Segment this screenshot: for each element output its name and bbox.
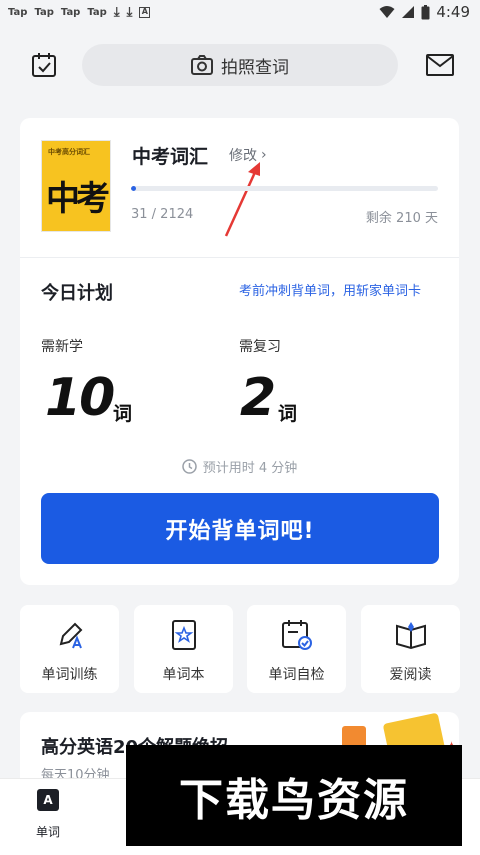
days-remaining: 剩余 210 天	[365, 211, 438, 226]
mail-icon[interactable]	[424, 49, 456, 81]
signal-icon	[402, 6, 415, 18]
wifi-icon	[379, 6, 395, 18]
battery-icon	[421, 4, 430, 19]
search-placeholder: 拍照查词	[221, 57, 289, 78]
wordbook-icon	[172, 620, 196, 650]
progress-count: 31 / 2124	[131, 207, 194, 222]
calendar-check-icon	[282, 620, 312, 650]
notification-icons: Tap Tap Tap Tap ⤓ ⤓ A	[8, 5, 151, 20]
feature-word-training[interactable]: 单词训练	[20, 605, 119, 693]
pencil-icon	[59, 622, 83, 649]
promo-link[interactable]: 考前冲刺背单词，用斩家单词卡	[239, 280, 439, 299]
feature-reading[interactable]: 爱阅读	[361, 605, 460, 693]
top-bar: 拍照查词	[0, 44, 480, 88]
book-cover-title: 中考高分词汇	[48, 148, 90, 156]
feature-self-check[interactable]: 单词自检	[247, 605, 346, 693]
start-learning-button[interactable]: 开始背单词吧!	[41, 493, 439, 564]
book-cover-image[interactable]: 中考高分词汇 中考	[41, 140, 111, 232]
estimated-time-text: 预计用时 4 分钟	[202, 461, 298, 476]
book-cover-big-text: 中考	[46, 179, 110, 219]
feature-row: 单词训练 单词本 单词自检 爱阅读	[20, 605, 480, 693]
open-book-icon	[396, 622, 426, 650]
estimated-time: 预计用时 4 分钟	[20, 457, 459, 476]
checkin-calendar-icon[interactable]	[28, 49, 60, 81]
feature-wordbook[interactable]: 单词本	[134, 605, 233, 693]
new-words-label: 需新学	[41, 339, 83, 355]
book-title: 中考词汇	[132, 146, 209, 168]
nav-item-label: 单词	[35, 825, 60, 839]
study-card: 中考高分词汇 中考 中考词汇 修改 › 31 / 2124 剩余 210 天 今…	[20, 118, 459, 585]
clock-icon	[181, 459, 197, 474]
review-words-count: 2	[240, 368, 276, 428]
camera-icon	[191, 55, 213, 75]
new-words-count: 10	[45, 368, 115, 428]
feature-label: 单词训练	[41, 667, 98, 683]
app-notification-icon: A	[139, 7, 151, 18]
download-icon: ⤓	[113, 5, 120, 20]
photo-search-bar[interactable]: 拍照查词	[82, 44, 398, 86]
feature-label: 单词本	[162, 667, 205, 683]
watermark-overlay: 下载鸟资源	[126, 745, 462, 846]
taptap-notification-icon: Tap	[8, 7, 28, 18]
review-words-label: 需复习	[239, 339, 281, 355]
taptap-notification-icon: Tap	[60, 7, 81, 18]
book-progress-fill	[131, 186, 136, 191]
taptap-notification-icon: Tap	[87, 7, 107, 18]
clock: 4:49	[436, 3, 470, 21]
plan-title: 今日计划	[41, 283, 113, 304]
divider	[20, 257, 459, 258]
taptap-notification-icon: Tap	[34, 7, 54, 18]
feature-label: 爱阅读	[389, 667, 432, 683]
new-words-unit: 词	[113, 403, 133, 425]
red-arrow-annotation-icon	[224, 162, 260, 237]
system-icons: 4:49	[379, 3, 470, 21]
feature-label: 单词自检	[268, 667, 325, 683]
words-tab-icon: A	[37, 789, 59, 811]
nav-item-words[interactable]: A 单词	[22, 789, 74, 840]
status-bar: Tap Tap Tap Tap ⤓ ⤓ A 4:49	[0, 0, 480, 26]
review-words-unit: 词	[278, 403, 298, 425]
book-progress-bar	[131, 186, 438, 191]
download-icon: ⤓	[126, 5, 133, 20]
